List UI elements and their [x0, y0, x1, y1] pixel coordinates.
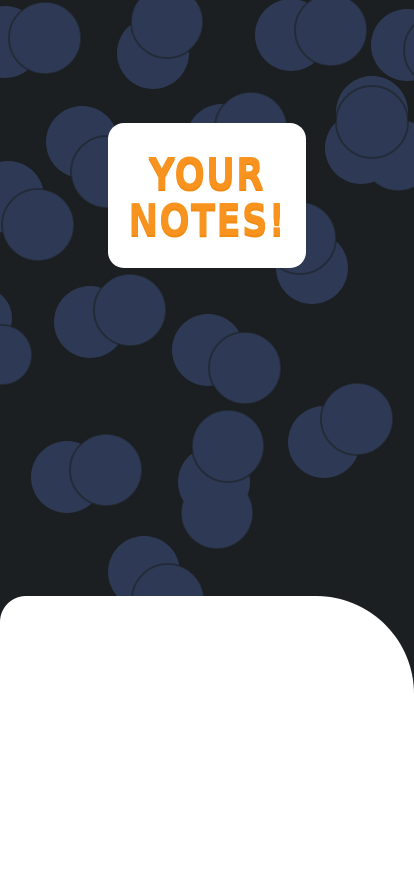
logo-text-line-1: YOUR [149, 148, 265, 200]
splash-screen: YOUR NOTES! [0, 0, 414, 896]
bottom-sheet [0, 596, 414, 896]
pattern-circle [0, 325, 32, 385]
logo-text-line-2: NOTES! [128, 194, 286, 246]
app-logo-card: YOUR NOTES! [108, 123, 306, 268]
